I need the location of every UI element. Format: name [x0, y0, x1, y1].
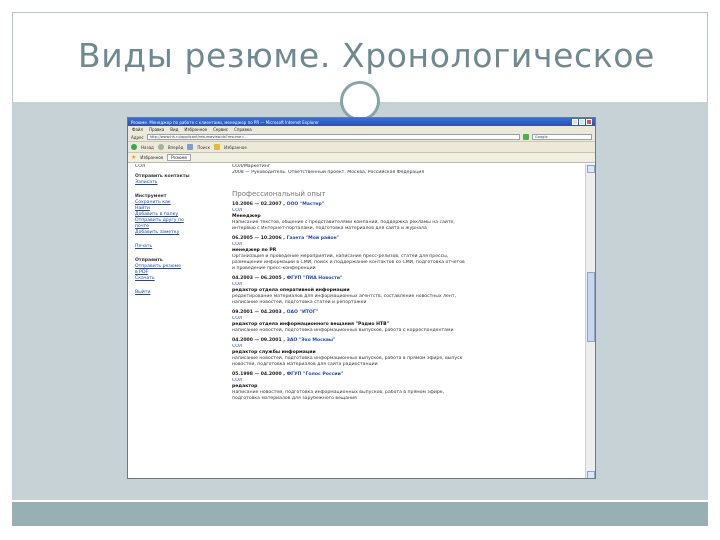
bottom-bar [12, 502, 708, 526]
entry-desc: подготовка материалов для зарубежного ве… [232, 396, 357, 401]
menu-view[interactable]: Вид [170, 127, 178, 132]
experience-entry: 04.2003 — 06.2005 , ФГУП "ПИА Новости" С… [232, 276, 582, 306]
entry-dates: 10.2006 — 02.2007 [232, 202, 282, 207]
entry-desc: и проведение пресс-конференций [232, 266, 316, 271]
entry-company-link[interactable]: ЗАО "Эхо Москвы" [287, 338, 336, 343]
star-icon[interactable]: ★ [131, 154, 136, 161]
entry-dates: 06.2005 — 10.2006 [232, 236, 282, 241]
resume-main: СОЛ/Маркетинг 2008 — Руководитель. Ответ… [232, 164, 582, 406]
entry-company-link[interactable]: ООО "Мастер" [287, 202, 325, 207]
back-button[interactable]: Назад [141, 145, 154, 150]
page-scrollbar[interactable] [585, 164, 595, 478]
entry-company-link[interactable]: Газета "Мой район" [287, 236, 339, 241]
search-input[interactable]: Google [532, 134, 592, 140]
address-bar: Адрес http://www.hh.ru/applicant/resumev… [128, 133, 595, 142]
experience-entry: 06.2005 — 10.2006 , Газета "Мой район" С… [232, 236, 582, 272]
browser-toolbar: Назад Вперёд Поиск Избранное [128, 142, 595, 153]
entry-dates: 04.2000 — 09.2001 [232, 338, 282, 343]
address-label: Адрес [131, 134, 144, 140]
frame-left-line [12, 12, 13, 102]
maximize-icon[interactable] [579, 119, 585, 125]
entry-dates: 05.1998 — 04.2000 [232, 372, 282, 377]
close-icon[interactable] [586, 119, 592, 125]
go-icon[interactable] [523, 134, 529, 140]
minimize-icon[interactable] [572, 119, 578, 125]
menu-favorites[interactable]: Избранное [184, 127, 207, 132]
favorites-button[interactable]: Избранное [224, 145, 247, 150]
entry-dates: 09.2001 — 04.2003 [232, 310, 282, 315]
entry-desc: интервью с Интернет-порталами, подготовк… [232, 226, 427, 231]
slide-title: Виды резюме. Хронологическое [78, 36, 655, 75]
menu-tools[interactable]: Сервис [213, 127, 228, 132]
address-input[interactable]: http://www.hh.ru/applicant/resumeview.do… [146, 134, 520, 140]
menu-edit[interactable]: Правка [149, 127, 164, 132]
experience-entry: 05.1998 — 04.2000 , ФГУП "Голос России" … [232, 372, 582, 402]
entry-company-link[interactable]: ОАО "ИТОГ" [287, 310, 319, 315]
tab-resume[interactable]: Резюме [167, 154, 191, 161]
experience-entry: 09.2001 — 04.2003 , ОАО "ИТОГ" СОЛ редак… [232, 310, 582, 334]
menu-file[interactable]: Файл [132, 127, 143, 132]
scroll-down-icon[interactable] [587, 471, 595, 478]
back-icon[interactable] [131, 144, 137, 150]
entry-desc: новостей, подготовка материалов для сайт… [232, 362, 378, 367]
browser-titlebar: Резюме. Менеджер по работе с клиентами, … [128, 118, 595, 126]
entry-desc: написание новостей, подготовка статей и … [232, 300, 367, 305]
scroll-thumb[interactable] [587, 272, 595, 342]
resume-sidebar: СОЛ Отправить контакты Записать Инструме… [135, 164, 203, 296]
browser-menubar: Файл Правка Вид Избранное Сервис Справка [128, 126, 595, 133]
browser-screenshot: Резюме. Менеджер по работе с клиентами, … [127, 117, 596, 479]
experience-entry: 10.2006 — 02.2007 , ООО "Мастер" СОЛ Мен… [232, 202, 582, 232]
entry-dates: 04.2003 — 06.2005 [232, 276, 282, 281]
favorites-bar: ★ Избранное Резюме [128, 153, 595, 163]
frame-right-line [707, 12, 708, 102]
ring-ornament [340, 81, 380, 121]
menu-help[interactable]: Справка [234, 127, 252, 132]
entry-desc: написание новостей, подготовка информаци… [232, 328, 454, 333]
scroll-up-icon[interactable] [587, 165, 595, 173]
favorites-label[interactable]: Избранное [140, 155, 163, 160]
entry-company-link[interactable]: ФГУП "ПИА Новости" [287, 276, 343, 281]
entry-company-link[interactable]: ФГУП "Голос России" [287, 372, 344, 377]
header-line2: 2008 — Руководитель. Ответственный проек… [232, 170, 425, 175]
page-content: СОЛ Отправить контакты Записать Инструме… [128, 164, 586, 478]
sidebar-exit-link[interactable]: Выйти [135, 290, 203, 296]
forward-icon[interactable] [157, 144, 164, 150]
search-icon[interactable] [187, 144, 194, 150]
forward-button[interactable]: Вперёд [168, 145, 184, 150]
browser-window-title: Резюме. Менеджер по работе с клиентами, … [131, 119, 319, 125]
search-button[interactable]: Поиск [197, 145, 210, 150]
favorites-icon[interactable] [214, 144, 221, 150]
experience-entry: 04.2000 — 09.2001 , ЗАО "Эхо Москвы" СОЛ… [232, 338, 582, 368]
frame-top-line [12, 12, 708, 13]
experience-section-title: Профессиональный опыт [232, 190, 326, 198]
